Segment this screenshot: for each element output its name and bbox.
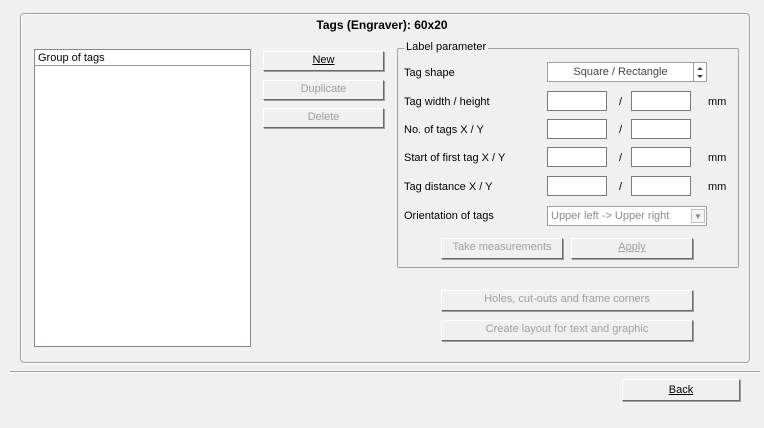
label-parameter-legend: Label parameter (404, 41, 489, 53)
distance-slash: / (619, 181, 623, 193)
delete-button-label: Delete (307, 111, 340, 123)
create-layout-label: Create layout for text and graphic (485, 323, 649, 335)
orientation-label: Orientation of tags (404, 210, 494, 222)
tag-count-x-input[interactable] (547, 119, 607, 139)
start-label: Start of first tag X / Y (404, 152, 506, 164)
distance-unit: mm (708, 181, 727, 193)
tag-shape-value: Square / Rectangle (573, 66, 668, 78)
apply-label: Apply (618, 241, 646, 253)
tag-width-input[interactable] (547, 91, 607, 111)
orientation-value: Upper left -> Upper right (551, 210, 670, 222)
list-header: Group of tags (35, 50, 250, 66)
separator (10, 371, 760, 373)
tag-shape-select[interactable]: Square / Rectangle (547, 62, 707, 82)
tag-count-y-input[interactable] (631, 119, 691, 139)
chevron-down-icon[interactable]: ▼ (691, 209, 705, 223)
back-button[interactable]: Back (622, 379, 740, 401)
take-measurements-button[interactable]: Take measurements (441, 238, 563, 259)
new-button[interactable]: New (263, 51, 384, 71)
delete-button[interactable]: Delete (263, 108, 384, 128)
start-unit: mm (708, 152, 727, 164)
page-title: Tags (Engraver): 60x20 (316, 18, 448, 32)
start-x-input[interactable] (547, 147, 607, 167)
tag-count-label: No. of tags X / Y (404, 124, 484, 136)
tag-size-slash: / (619, 96, 623, 108)
distance-label: Tag distance X / Y (404, 181, 493, 193)
duplicate-button[interactable]: Duplicate (263, 80, 384, 100)
duplicate-button-label: Duplicate (300, 83, 347, 95)
tag-size-unit: mm (708, 96, 727, 108)
orientation-select[interactable]: Upper left -> Upper right ▼ (547, 206, 707, 226)
tag-shape-spinner[interactable] (693, 62, 707, 82)
start-y-input[interactable] (631, 147, 691, 167)
back-label: Back (668, 384, 694, 396)
distance-y-input[interactable] (631, 176, 691, 196)
new-button-label: New (312, 54, 335, 66)
spinner-arrows-icon (697, 67, 703, 78)
distance-x-input[interactable] (547, 176, 607, 196)
start-slash: / (619, 152, 623, 164)
tag-shape-label: Tag shape (404, 67, 455, 79)
holes-label: Holes, cut-outs and frame corners (484, 293, 650, 305)
take-measurements-label: Take measurements (452, 241, 552, 253)
tag-count-slash: / (619, 124, 623, 136)
apply-button[interactable]: Apply (571, 238, 693, 259)
tag-height-input[interactable] (631, 91, 691, 111)
group-of-tags-list[interactable]: Group of tags (34, 49, 251, 347)
tag-size-label: Tag width / height (404, 96, 490, 108)
create-layout-button[interactable]: Create layout for text and graphic (441, 320, 693, 341)
holes-button[interactable]: Holes, cut-outs and frame corners (441, 290, 693, 311)
